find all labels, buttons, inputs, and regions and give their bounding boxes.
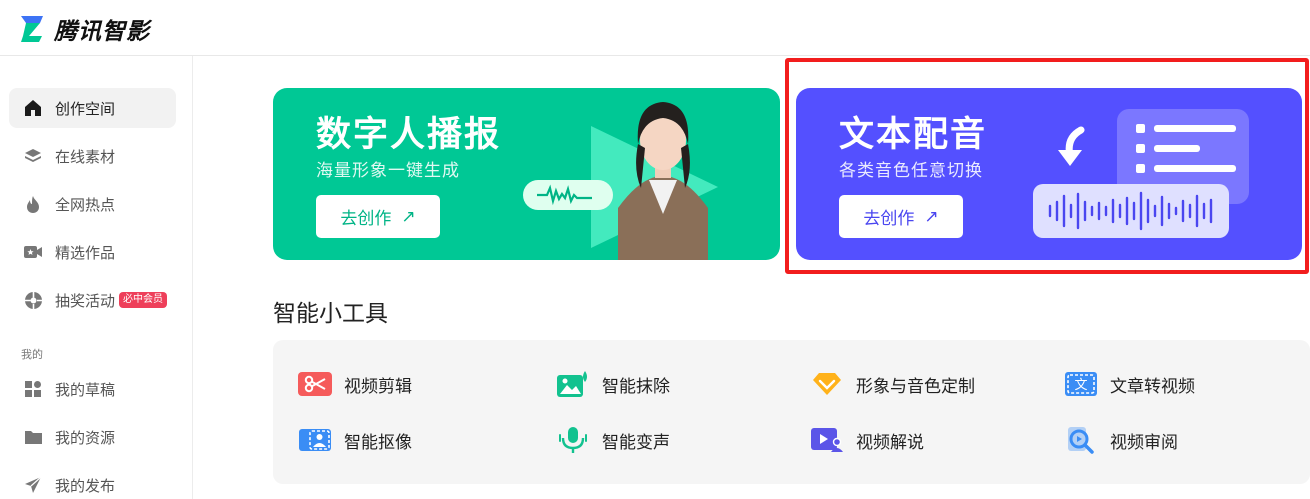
tool-smart-erase[interactable]: 智能抹除 xyxy=(556,370,670,398)
portrait-cutout-icon xyxy=(298,426,332,454)
sidebar-item-my-resources[interactable]: 我的资源 xyxy=(9,417,176,457)
sidebar-item-label: 创作空间 xyxy=(55,99,116,118)
diamond-icon xyxy=(810,370,844,398)
layers-icon xyxy=(23,146,43,166)
banner-subtitle: 海量形象一键生成 xyxy=(316,161,460,181)
fire-icon xyxy=(23,194,43,214)
sidebar-item-lottery[interactable]: 抽奖活动 必中会员 xyxy=(9,280,176,320)
home-icon xyxy=(23,98,43,118)
arrow-up-right-icon: ↗ xyxy=(924,206,939,227)
sidebar-item-featured-works[interactable]: 精选作品 xyxy=(9,232,176,272)
sidebar-item-label: 精选作品 xyxy=(55,243,116,262)
tools-section-title: 智能小工具 xyxy=(273,301,388,327)
banner-subtitle: 各类音色任意切换 xyxy=(839,161,983,181)
microphone-icon xyxy=(556,426,590,454)
tool-voice-changer[interactable]: 智能变声 xyxy=(556,426,670,454)
arrow-up-right-icon: ↗ xyxy=(401,206,416,227)
top-header: 腾讯智影 xyxy=(0,0,1310,56)
sidebar-item-hot-topics[interactable]: 全网热点 xyxy=(9,184,176,224)
sidebar-item-label: 全网热点 xyxy=(55,195,116,214)
tool-video-edit[interactable]: 视频剪辑 xyxy=(298,370,412,398)
tool-label: 智能抹除 xyxy=(602,376,670,397)
text-dubbing-banner[interactable]: 文本配音 各类音色任意切换 去创作 ↗ xyxy=(796,88,1302,260)
digital-human-illustration xyxy=(523,102,718,260)
scissors-icon xyxy=(298,370,332,398)
sidebar-item-label: 在线素材 xyxy=(55,147,116,166)
sidebar-item-label: 我的草稿 xyxy=(55,380,116,399)
folder-icon xyxy=(23,427,43,447)
tools-panel: 视频剪辑 智能抹除 形象与音色定制 文 文章转视频 智能抠像 智能变声 视频解说… xyxy=(273,340,1310,484)
image-erase-icon xyxy=(556,370,590,398)
sidebar: 创作空间 在线素材 全网热点 精选作品 抽奖活动 必中会员 我的 我的草稿 我的… xyxy=(0,56,193,499)
create-button[interactable]: 去创作 ↗ xyxy=(839,195,963,238)
video-review-icon xyxy=(1064,426,1098,454)
sidebar-item-label: 我的资源 xyxy=(55,428,116,447)
tool-label: 形象与音色定制 xyxy=(856,376,975,397)
tool-label: 文章转视频 xyxy=(1110,376,1195,397)
sidebar-item-label: 我的发布 xyxy=(55,476,116,495)
grid-icon xyxy=(23,379,43,399)
banner-title: 文本配音 xyxy=(839,115,988,155)
sidebar-item-online-materials[interactable]: 在线素材 xyxy=(9,136,176,176)
sidebar-item-creation-space[interactable]: 创作空间 xyxy=(9,88,176,128)
tool-label: 视频审阅 xyxy=(1110,432,1178,453)
tool-label: 视频剪辑 xyxy=(344,376,412,397)
create-button-label: 去创作 xyxy=(340,209,392,229)
tool-video-review[interactable]: 视频审阅 xyxy=(1064,426,1178,454)
text-to-speech-illustration xyxy=(1033,109,1249,238)
app-logo[interactable]: 腾讯智影 xyxy=(18,12,150,46)
video-narration-icon xyxy=(810,426,844,454)
tool-video-narration[interactable]: 视频解说 xyxy=(810,426,924,454)
tool-smart-cutout[interactable]: 智能抠像 xyxy=(298,426,412,454)
sidebar-item-my-publish[interactable]: 我的发布 xyxy=(9,465,176,499)
tool-article-to-video[interactable]: 文 文章转视频 xyxy=(1064,370,1195,398)
my-section-label: 我的 xyxy=(21,348,43,361)
create-button-label: 去创作 xyxy=(863,209,915,229)
sidebar-item-my-drafts[interactable]: 我的草稿 xyxy=(9,369,176,409)
tool-label: 智能变声 xyxy=(602,432,670,453)
digital-human-banner[interactable]: 数字人播报 海量形象一键生成 去创作 ↗ xyxy=(273,88,780,260)
create-button[interactable]: 去创作 ↗ xyxy=(316,195,440,238)
text-to-video-icon: 文 xyxy=(1064,370,1098,398)
logo-icon xyxy=(21,16,43,42)
app-name: 腾讯智影 xyxy=(54,19,150,45)
member-badge: 必中会员 xyxy=(119,292,168,308)
tool-avatar-voice-custom[interactable]: 形象与音色定制 xyxy=(810,370,975,398)
lottery-icon xyxy=(23,290,43,310)
svg-text:文: 文 xyxy=(1074,378,1087,393)
send-icon xyxy=(23,475,43,495)
sidebar-item-label: 抽奖活动 xyxy=(55,291,116,310)
video-star-icon xyxy=(23,242,43,262)
tool-label: 视频解说 xyxy=(856,432,924,453)
tool-label: 智能抠像 xyxy=(344,432,412,453)
banner-title: 数字人播报 xyxy=(316,115,502,155)
